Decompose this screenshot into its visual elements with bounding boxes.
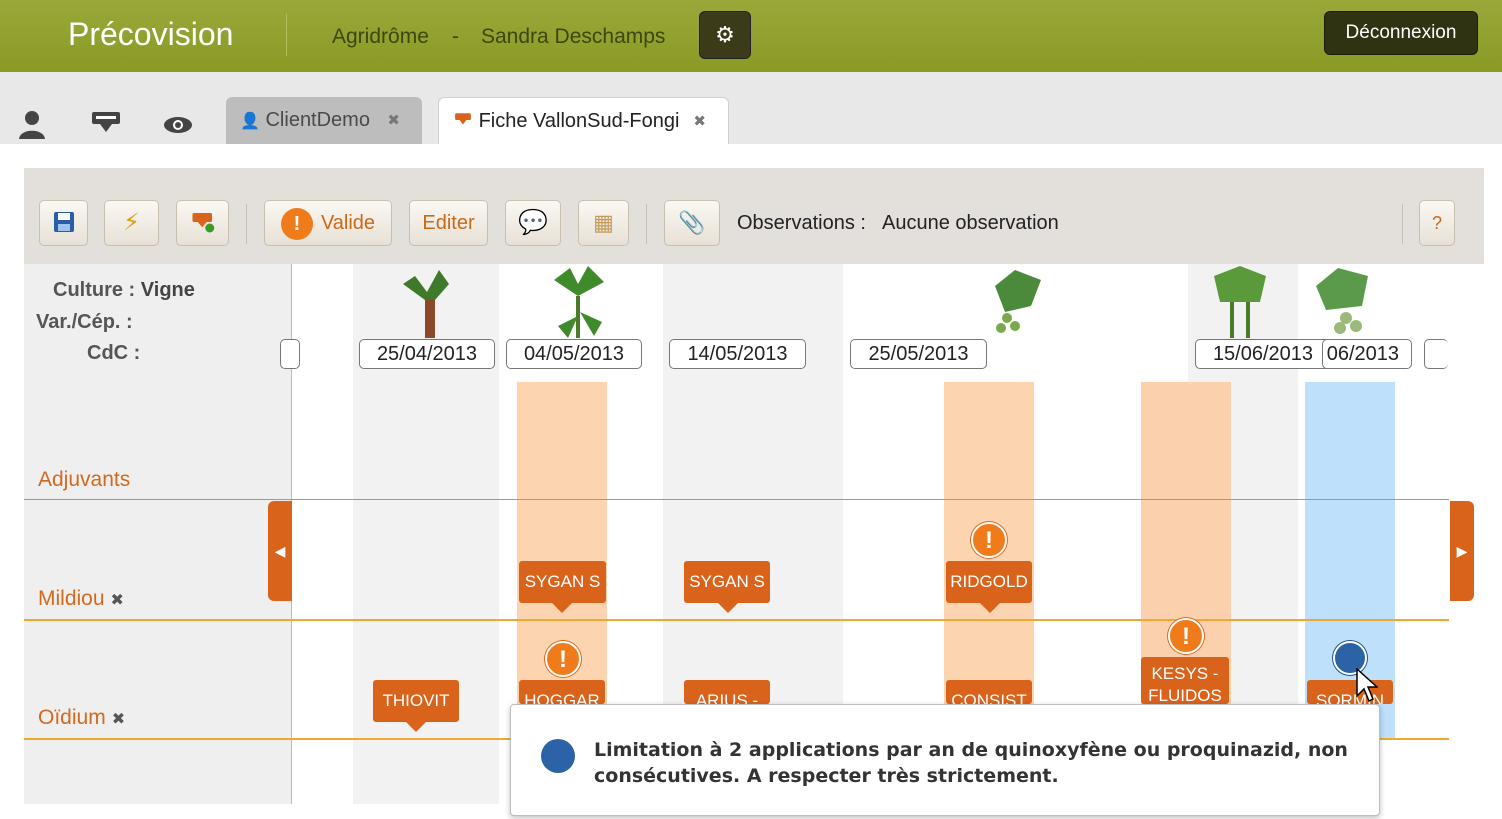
user-name: Sandra Deschamps [481, 25, 666, 48]
lightbulb-icon [541, 739, 575, 773]
grid-icon: ▦ [593, 210, 614, 235]
help-button[interactable]: ? [1419, 200, 1455, 246]
culture-field: Culture : Vigne [53, 279, 195, 302]
editer-button[interactable]: Editer [409, 200, 488, 246]
date-pill-partial[interactable] [280, 339, 300, 369]
close-tab-icon[interactable]: ✖ [387, 97, 400, 144]
layout-button[interactable]: ▦ [578, 200, 629, 246]
scroll-left-button[interactable]: ◀ [268, 501, 292, 601]
header-divider [286, 14, 287, 56]
settings-button[interactable]: ⚙ [699, 11, 751, 59]
date-pill[interactable]: 25/04/2013 [359, 339, 495, 369]
date-pill[interactable]: 15/06/2013 [1195, 339, 1331, 369]
header-separator: - [452, 25, 459, 48]
logout-button[interactable]: Déconnexion [1324, 11, 1478, 55]
vine-stage-image [1316, 268, 1368, 334]
toolbar-divider [246, 204, 247, 244]
observations-label: Observations : [737, 212, 866, 234]
tag-pointer [718, 603, 738, 613]
valide-label: Valide [320, 212, 376, 234]
advice-tooltip: Limitation à 2 applications par an de qu… [510, 704, 1380, 816]
tab-clientdemo[interactable]: 👤 ClientDemo ✖ [226, 97, 422, 144]
warning-icon[interactable]: ! [971, 522, 1007, 558]
warning-icon[interactable]: ! [1168, 618, 1204, 654]
row-divider [24, 619, 1449, 621]
eye-icon[interactable] [162, 108, 194, 140]
vine-stage-image [554, 266, 604, 338]
date-pill[interactable]: 04/05/2013 [506, 339, 642, 369]
product-tag[interactable]: SYGAN S [519, 561, 606, 603]
toolbar-divider [1402, 204, 1403, 244]
vine-stage-image [1214, 266, 1266, 338]
date-pill[interactable]: 25/05/2013 [850, 339, 987, 369]
product-tag[interactable]: RIDGOLD [946, 561, 1032, 603]
fiche-icon [455, 113, 471, 125]
vine-stage-image [995, 270, 1041, 333]
row-divider [24, 499, 1449, 500]
attach-eye-icon: 📎 [678, 210, 706, 235]
app-header: Précovision Agridrôme - Sandra Deschamps… [0, 0, 1502, 72]
date-pill[interactable]: 06/2013 [1322, 339, 1412, 369]
product-tag[interactable]: SORMIN [1307, 680, 1393, 704]
row-label: Mildiou [38, 587, 105, 610]
product-tag[interactable]: HOGGAR [519, 680, 605, 704]
save-icon [53, 212, 74, 232]
product-tag[interactable]: SYGAN S [684, 561, 770, 603]
culture-value: Vigne [140, 279, 195, 301]
tooltip-text: Limitation à 2 applications par an de qu… [594, 739, 1348, 787]
save-button[interactable] [39, 200, 88, 246]
fiche-add-icon [192, 213, 214, 233]
tab-label: ClientDemo [265, 109, 370, 131]
warning-icon: ! [280, 207, 313, 240]
product-tag[interactable]: KESYS - FLUIDOS [1141, 657, 1229, 704]
user-icon[interactable] [16, 108, 48, 140]
organization-name: Agridrôme [332, 25, 429, 48]
cdc-label: CdC : [87, 342, 141, 364]
row-label: Adjuvants [38, 468, 131, 491]
scroll-right-button[interactable]: ▶ [1450, 501, 1474, 601]
vine-stage-image [403, 270, 449, 338]
comment-button[interactable]: 💬 [505, 200, 561, 246]
brand-title: Précovision [68, 16, 234, 52]
lightning-add-icon: ⚡ [123, 209, 140, 236]
speech-bubble-icon: 💬 [518, 209, 548, 236]
tab-fiche[interactable]: Fiche VallonSud-Fongi ✖ [438, 97, 729, 144]
tag-pointer [980, 603, 1000, 613]
observations-button[interactable]: 📎 [664, 200, 720, 246]
remove-row-icon[interactable]: ✖ [111, 592, 124, 609]
valide-button[interactable]: ! Valide [264, 200, 392, 246]
culture-label: Culture : [53, 279, 136, 301]
row-title-oidium: Oïdium ✖ [38, 706, 125, 730]
warning-icon[interactable]: ! [545, 641, 581, 677]
product-tag[interactable]: CONSIST [946, 680, 1032, 704]
row-label: Oïdium [38, 706, 106, 729]
tab-label: Fiche VallonSud-Fongi [478, 110, 680, 132]
close-tab-icon[interactable]: ✖ [693, 98, 706, 145]
date-pill-partial[interactable] [1424, 339, 1448, 369]
fiche-list-icon[interactable] [90, 108, 122, 140]
toolbar-divider [646, 204, 647, 244]
product-tag[interactable]: ARIUS - [684, 680, 770, 704]
product-tag[interactable]: THIOVIT [373, 680, 459, 722]
observations-value: Aucune observation [882, 212, 1059, 234]
date-pill[interactable]: 14/05/2013 [669, 339, 806, 369]
add-fiche-button[interactable] [176, 200, 229, 246]
tag-pointer [552, 603, 572, 613]
generate-button[interactable]: ⚡ [104, 200, 159, 246]
remove-row-icon[interactable]: ✖ [112, 711, 125, 728]
varietal-label: Var./Cép. : [36, 311, 133, 333]
row-title-mildiou: Mildiou ✖ [38, 587, 124, 611]
row-title-adjuvants: Adjuvants [38, 468, 130, 492]
mouse-cursor-icon [1356, 668, 1378, 703]
tag-pointer [406, 722, 426, 732]
gear-icon: ⚙ [715, 22, 735, 47]
user-icon: 👤 [240, 113, 260, 130]
